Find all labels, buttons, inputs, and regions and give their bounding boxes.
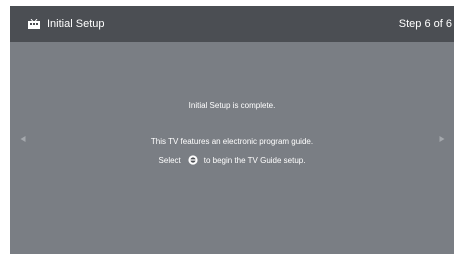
select-suffix: to begin the TV Guide setup. xyxy=(203,155,306,165)
header-title-group: Initial Setup xyxy=(28,18,104,30)
complete-message: Initial Setup is complete. xyxy=(188,101,276,110)
tv-setup-icon xyxy=(28,18,40,29)
guide-message: This TV features an electronic program g… xyxy=(150,137,314,146)
header-bar: Initial Setup Step 6 of 6 xyxy=(10,6,454,42)
step-indicator: Step 6 of 6 xyxy=(398,18,452,30)
page-title: Initial Setup xyxy=(47,18,105,30)
select-prefix: Select xyxy=(158,155,181,165)
setup-screen: Initial Setup Step 6 of 6 Initial Setup … xyxy=(10,6,454,254)
select-instruction: Select to begin the TV Guide setup. xyxy=(10,155,454,165)
ok-button-icon xyxy=(188,155,198,165)
